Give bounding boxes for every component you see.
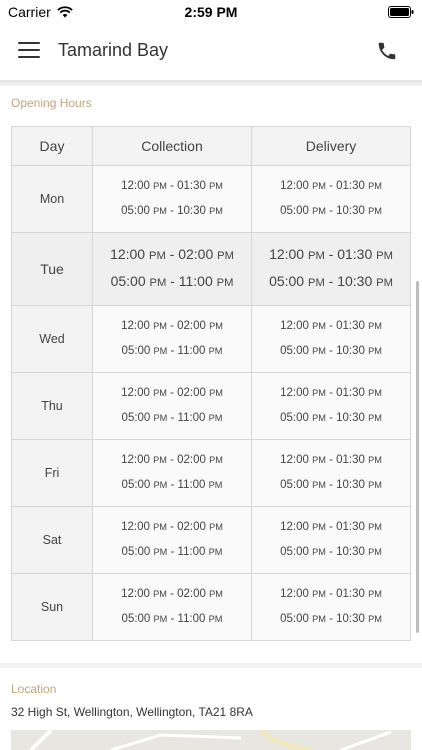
- collection-cell: 12:00 PM - 01:30 PM 05:00 PM - 10:30 PM: [92, 165, 252, 233]
- day-cell: Sat: [11, 506, 93, 574]
- app-header: Tamarind Bay: [0, 24, 422, 80]
- day-cell: Tue: [11, 232, 93, 306]
- delivery-time-slot: 05:00 PM - 10:30 PM: [269, 273, 393, 289]
- delivery-time-slot: 05:00 PM - 10:30 PM: [280, 345, 382, 357]
- hours-row-mon: Mon 12:00 PM - 01:30 PM 05:00 PM - 10:30 P…: [11, 165, 411, 233]
- delivery-cell: 12:00 PM - 01:30 PM 05:00 PM - 10:30 PM: [251, 165, 411, 233]
- hours-row-sat: Sat 12:00 PM - 02:00 PM 05:00 PM - 11:00 P…: [11, 506, 411, 574]
- collection-time-slot: 05:00 PM - 11:00 PM: [110, 273, 234, 289]
- collection-cell: 12:00 PM - 02:00 PM 05:00 PM - 11:00 PM: [92, 506, 252, 574]
- hours-row-wed: Wed 12:00 PM - 02:00 PM 05:00 PM - 11:00 P…: [11, 305, 411, 373]
- collection-time-slot: 12:00 PM - 02:00 PM: [121, 521, 223, 533]
- delivery-time-slot: 05:00 PM - 10:30 PM: [280, 546, 382, 558]
- status-bar: Carrier 2:59 PM: [0, 0, 422, 24]
- location-map[interactable]: [11, 730, 411, 750]
- collection-cell: 12:00 PM - 02:00 PM 05:00 PM - 11:00 PM: [92, 305, 252, 373]
- table-header-row: Day Collection Delivery: [11, 126, 411, 166]
- delivery-cell: 12:00 PM - 01:30 PM 05:00 PM - 10:30 PM: [251, 372, 411, 440]
- collection-time-slot: 12:00 PM - 02:00 PM: [121, 588, 223, 600]
- hours-row-tue: Tue 12:00 PM - 02:00 PM 05:00 PM - 11:00 P…: [11, 232, 411, 306]
- delivery-cell: 12:00 PM - 01:30 PM 05:00 PM - 10:30 PM: [251, 439, 411, 507]
- location-section: Location 32 High St, Wellington, Welling…: [0, 668, 422, 750]
- collection-cell: 12:00 PM - 02:00 PM 05:00 PM - 11:00 PM: [92, 372, 252, 440]
- day-cell: Mon: [11, 165, 93, 233]
- map-streets: [29, 730, 392, 750]
- collection-time-slot: 12:00 PM - 02:00 PM: [121, 454, 223, 466]
- hours-row-fri: Fri 12:00 PM - 02:00 PM 05:00 PM - 11:00 P…: [11, 439, 411, 507]
- collection-cell: 12:00 PM - 02:00 PM 05:00 PM - 11:00 PM: [92, 232, 252, 306]
- collection-time-slot: 05:00 PM - 11:00 PM: [121, 613, 223, 625]
- delivery-time-slot: 12:00 PM - 01:30 PM: [280, 180, 382, 192]
- collection-cell: 12:00 PM - 02:00 PM 05:00 PM - 11:00 PM: [92, 573, 252, 641]
- status-time: 2:59 PM: [184, 4, 238, 20]
- collection-time-slot: 05:00 PM - 11:00 PM: [121, 345, 223, 357]
- delivery-cell: 12:00 PM - 01:30 PM 05:00 PM - 10:30 PM: [251, 232, 411, 306]
- collection-time-slot: 12:00 PM - 02:00 PM: [121, 387, 223, 399]
- delivery-time-slot: 12:00 PM - 01:30 PM: [280, 588, 382, 600]
- delivery-time-slot: 12:00 PM - 01:30 PM: [280, 521, 382, 533]
- opening-hours-title: Opening Hours: [11, 96, 92, 110]
- delivery-time-slot: 12:00 PM - 01:30 PM: [269, 246, 393, 262]
- collection-cell: 12:00 PM - 02:00 PM 05:00 PM - 11:00 PM: [92, 439, 252, 507]
- delivery-cell: 12:00 PM - 01:30 PM 05:00 PM - 10:30 PM: [251, 573, 411, 641]
- hours-row-sun: Sun 12:00 PM - 02:00 PM 05:00 PM - 11:00 P…: [11, 573, 411, 641]
- column-header-delivery: Delivery: [251, 126, 411, 166]
- scrollbar[interactable]: [416, 281, 419, 633]
- day-cell: Wed: [11, 305, 93, 373]
- phone-icon[interactable]: [376, 40, 400, 64]
- column-header-day: Day: [11, 126, 93, 166]
- battery-icon: [388, 5, 414, 21]
- delivery-time-slot: 05:00 PM - 10:30 PM: [280, 205, 382, 217]
- delivery-time-slot: 12:00 PM - 01:30 PM: [280, 454, 382, 466]
- delivery-cell: 12:00 PM - 01:30 PM 05:00 PM - 10:30 PM: [251, 506, 411, 574]
- collection-time-slot: 05:00 PM - 10:30 PM: [121, 205, 223, 217]
- collection-time-slot: 05:00 PM - 11:00 PM: [121, 412, 223, 424]
- delivery-time-slot: 05:00 PM - 10:30 PM: [280, 613, 382, 625]
- collection-time-slot: 05:00 PM - 11:00 PM: [121, 546, 223, 558]
- day-cell: Thu: [11, 372, 93, 440]
- hamburger-icon[interactable]: [18, 42, 40, 62]
- delivery-time-slot: 12:00 PM - 01:30 PM: [280, 387, 382, 399]
- opening-hours-section: Opening Hours Day Collection Delivery Mo…: [0, 86, 422, 663]
- delivery-time-slot: 05:00 PM - 10:30 PM: [280, 479, 382, 491]
- collection-time-slot: 12:00 PM - 02:00 PM: [121, 320, 223, 332]
- collection-time-slot: 05:00 PM - 11:00 PM: [121, 479, 223, 491]
- day-cell: Sun: [11, 573, 93, 641]
- location-title: Location: [11, 682, 57, 696]
- column-header-collection: Collection: [92, 126, 252, 166]
- delivery-time-slot: 12:00 PM - 01:30 PM: [280, 320, 382, 332]
- hours-row-thu: Thu 12:00 PM - 02:00 PM 05:00 PM - 11:00 P…: [11, 372, 411, 440]
- page-title: Tamarind Bay: [58, 40, 169, 60]
- day-cell: Fri: [11, 439, 93, 507]
- collection-time-slot: 12:00 PM - 02:00 PM: [110, 246, 234, 262]
- collection-time-slot: 12:00 PM - 01:30 PM: [121, 180, 223, 192]
- delivery-time-slot: 05:00 PM - 10:30 PM: [280, 412, 382, 424]
- opening-hours-table: Day Collection Delivery Mon 12:00 PM - 01…: [11, 126, 411, 641]
- delivery-cell: 12:00 PM - 01:30 PM 05:00 PM - 10:30 PM: [251, 305, 411, 373]
- location-address: 32 High St, Wellington, Wellington, TA21…: [11, 705, 253, 719]
